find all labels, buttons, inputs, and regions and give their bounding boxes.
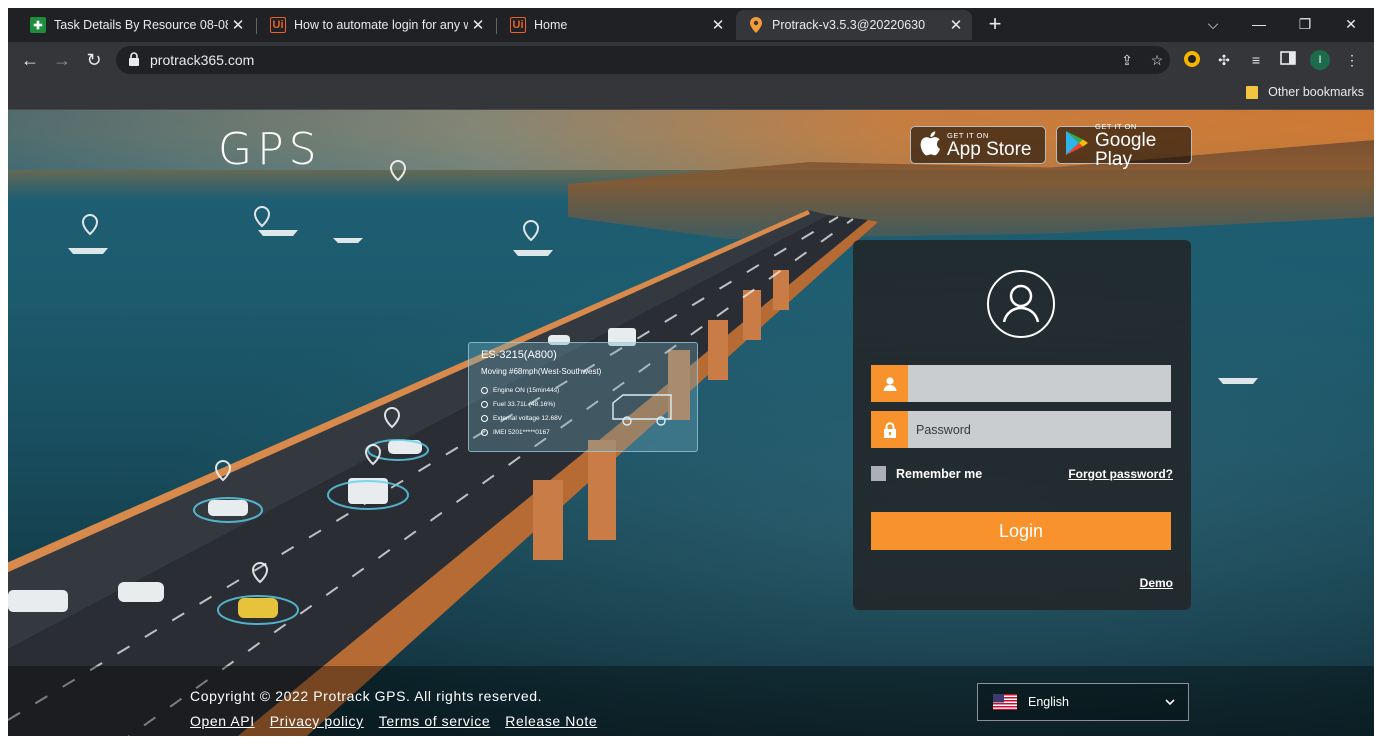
google-play-button[interactable]: GET IT ON Google Play	[1056, 122, 1192, 169]
other-bookmarks-label: Other bookmarks	[1268, 85, 1364, 99]
username-field	[871, 365, 1171, 402]
sheets-icon: ✚	[30, 17, 46, 33]
url-text: protrack365.com	[150, 52, 255, 68]
user-avatar-icon	[987, 270, 1055, 338]
gps-logo: GPS	[218, 124, 322, 175]
close-icon[interactable]: ✕	[708, 15, 728, 35]
open-api-link[interactable]: Open API	[190, 713, 255, 729]
app-store-big-label: App Store	[947, 139, 1032, 160]
bookmarks-bar: Other bookmarks	[8, 78, 1374, 110]
close-icon[interactable]: ✕	[468, 15, 488, 35]
remember-me[interactable]: Remember me	[871, 466, 982, 481]
taskbar-edge	[0, 736, 1382, 744]
bookmark-star-icon[interactable]: ☆	[1148, 52, 1166, 68]
app-store-button[interactable]: GET IT ON App Store	[910, 126, 1046, 164]
lock-icon	[871, 411, 908, 448]
side-panel-icon[interactable]	[1278, 50, 1298, 70]
language-select[interactable]: English	[977, 683, 1189, 721]
password-field	[871, 411, 1171, 448]
info-row: Engine ON (15min44s)	[481, 387, 559, 394]
tab-task-details[interactable]: ✚ Task Details By Resource 08-08-2 ✕	[18, 10, 254, 40]
close-icon[interactable]: ✕	[228, 15, 248, 35]
puzzle-extensions-icon[interactable]: ✣	[1214, 50, 1234, 70]
us-flag-icon	[993, 694, 1017, 710]
login-panel: Remember me Forgot password? Login Demo	[853, 240, 1191, 610]
profile-avatar[interactable]: I	[1310, 50, 1330, 70]
restore-button[interactable]: ❐	[1282, 12, 1328, 36]
location-pin-icon	[748, 17, 764, 33]
new-tab-button[interactable]: +	[984, 13, 1006, 36]
privacy-policy-link[interactable]: Privacy policy	[270, 713, 364, 729]
vehicle-name: ES-3215(A800)	[481, 349, 557, 361]
terms-of-service-link[interactable]: Terms of service	[379, 713, 491, 729]
tab-protrack[interactable]: Protrack-v3.5.3@20220630 ✕	[736, 10, 972, 40]
lock-icon	[128, 52, 144, 68]
extension-icon[interactable]	[1182, 50, 1202, 70]
footer-links: Open API Privacy policy Terms of service…	[190, 713, 597, 729]
language-label: English	[1028, 695, 1069, 709]
minimize-button[interactable]: —	[1236, 12, 1282, 36]
info-row: Fuel 33.71L (48.16%)	[481, 401, 555, 408]
remember-me-label: Remember me	[896, 466, 983, 481]
close-icon[interactable]: ✕	[946, 15, 966, 35]
menu-kebab-icon[interactable]: ⋮	[1342, 50, 1362, 70]
tab-title: Protrack-v3.5.3@20220630	[772, 18, 926, 32]
browser-toolbar: ← → ↻ protrack365.com ⇪ ☆ ✣ ≡ I ⋮	[8, 42, 1374, 78]
google-play-icon	[1065, 130, 1089, 161]
tab-title: Home	[534, 18, 568, 32]
tab-automate-login[interactable]: Ui How to automate login for any w ✕	[258, 10, 494, 40]
remember-me-checkbox[interactable]	[871, 466, 886, 481]
login-button[interactable]: Login	[871, 512, 1171, 550]
demo-link[interactable]: Demo	[1140, 576, 1173, 590]
imei-icon	[481, 429, 488, 436]
tab-search-icon[interactable]: ⌵	[1190, 12, 1236, 36]
copyright-text: Copyright © 2022 Protrack GPS. All right…	[190, 688, 543, 704]
van-icon	[612, 394, 672, 426]
close-window-button[interactable]: ✕	[1328, 12, 1374, 36]
engine-icon	[481, 387, 488, 394]
ui-icon: Ui	[270, 17, 286, 33]
browser-window: ✚ Task Details By Resource 08-08-2 ✕ Ui …	[8, 8, 1374, 744]
google-play-big-label: Google Play	[1095, 129, 1157, 170]
vehicle-status: Moving #68mph(West-Southwest)	[481, 367, 602, 376]
tab-strip: ✚ Task Details By Resource 08-08-2 ✕ Ui …	[8, 8, 1374, 42]
voltage-icon	[481, 415, 488, 422]
share-icon[interactable]: ⇪	[1118, 52, 1136, 68]
forward-button[interactable]: →	[50, 48, 74, 72]
apple-icon	[919, 130, 941, 161]
folder-icon	[1246, 85, 1259, 99]
tab-title: How to automate login for any w	[294, 18, 468, 32]
media-control-icon[interactable]: ≡	[1246, 50, 1266, 70]
back-button[interactable]: ←	[18, 48, 42, 72]
other-bookmarks[interactable]: Other bookmarks	[1246, 85, 1364, 99]
forgot-password-link[interactable]: Forgot password?	[1068, 467, 1173, 481]
fuel-icon	[481, 401, 488, 408]
password-input[interactable]	[908, 411, 1171, 448]
tab-title: Task Details By Resource 08-08-2	[54, 18, 228, 32]
info-row: IMEI 5201*****0167	[481, 429, 550, 436]
release-note-link[interactable]: Release Note	[505, 713, 597, 729]
chevron-down-icon	[1164, 696, 1176, 708]
info-row: External voltage 12.68V	[481, 415, 562, 422]
username-input[interactable]	[908, 365, 1171, 402]
vehicle-info-card: ES-3215(A800) Moving #68mph(West-Southwe…	[468, 342, 698, 452]
reload-button[interactable]: ↻	[82, 48, 106, 72]
user-icon	[871, 365, 908, 402]
address-bar[interactable]: protrack365.com ⇪ ☆	[116, 46, 1170, 74]
ui-icon: Ui	[510, 17, 526, 33]
login-page: GPS GET IT ON App Store GET IT ON Google…	[8, 110, 1374, 744]
tab-home[interactable]: Ui Home ✕	[498, 10, 734, 40]
